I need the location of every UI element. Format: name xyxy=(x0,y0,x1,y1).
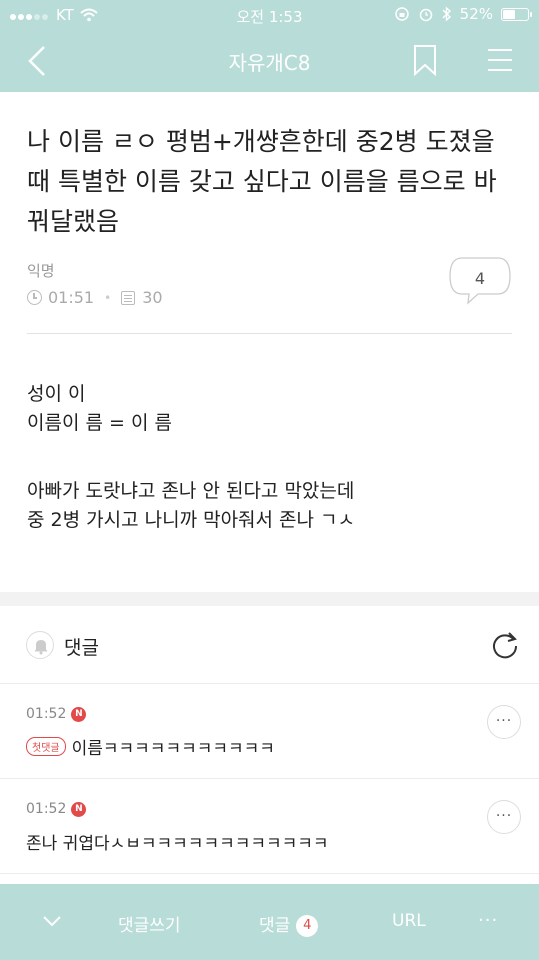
comment-more-button[interactable]: ··· xyxy=(487,705,521,739)
collapse-chevron-icon[interactable] xyxy=(42,914,62,928)
comments-section: 댓글 01:52 N 첫댓글 이름ㅋㅋㅋㅋㅋㅋㅋㅋㅋㅋㅋ ··· 01:52 N… xyxy=(0,606,539,884)
write-comment-button[interactable]: 댓글쓰기 xyxy=(118,911,181,936)
battery-fill xyxy=(503,9,515,19)
comments-header: 댓글 xyxy=(0,606,539,684)
comment-more-button[interactable]: ··· xyxy=(487,800,521,834)
post-title: 나 이름 ㄹㅇ 평범+개썅흔한데 중2병 도졌을 때 특별한 이름 갖고 싶다고… xyxy=(27,127,497,236)
status-bar: KT 오전 1:53 52% xyxy=(0,0,539,30)
battery-percent: 52% xyxy=(459,5,493,23)
comments-button-label: 댓글 xyxy=(259,916,291,936)
comment-text: 이름ㅋㅋㅋㅋㅋㅋㅋㅋㅋㅋㅋ xyxy=(71,739,275,759)
post-body: 성이 이 이름이 름 = 이 름 아빠가 도랏냐고 존나 안 된다고 막았는데 … xyxy=(27,380,355,535)
comments-button[interactable]: 댓글 4 xyxy=(259,911,319,937)
new-badge: N xyxy=(71,801,87,817)
comments-count-badge: 4 xyxy=(296,915,319,937)
bluetooth-icon xyxy=(442,6,451,22)
url-button[interactable]: URL xyxy=(392,911,426,931)
new-badge: N xyxy=(71,706,87,722)
rotation-lock-icon xyxy=(394,7,409,21)
comment-time: 01:52 xyxy=(26,801,67,817)
board-title: 자유개C8 xyxy=(228,51,311,75)
more-options-button[interactable]: ··· xyxy=(478,910,498,931)
menu-icon[interactable] xyxy=(486,46,514,74)
comment-item: 01:52 N 첫댓글 이름ㅋㅋㅋㅋㅋㅋㅋㅋㅋㅋㅋ ··· xyxy=(0,684,539,779)
body-line: 중 2병 가시고 나니까 막아줘서 존나 ㄱㅅ xyxy=(27,509,356,531)
clock-icon xyxy=(27,290,42,305)
post-views: 30 xyxy=(142,288,163,307)
refresh-icon[interactable] xyxy=(490,630,520,660)
divider xyxy=(27,333,512,334)
meta-separator: • xyxy=(104,290,112,305)
comment-count-label: 4 xyxy=(474,269,486,288)
post-card: 나 이름 ㄹㅇ 평범+개썅흔한데 중2병 도졌을 때 특별한 이름 갖고 싶다고… xyxy=(0,92,539,592)
first-comment-badge: 첫댓글 xyxy=(26,737,66,756)
bottom-bar: 댓글쓰기 댓글 4 URL ··· xyxy=(0,884,539,960)
comments-header-label: 댓글 xyxy=(64,637,99,659)
post-meta: 01:51 • 30 xyxy=(27,288,163,307)
comment-time: 01:52 xyxy=(26,706,67,722)
body-line: 아빠가 도랏냐고 존나 안 된다고 막았는데 xyxy=(27,480,355,502)
app-header: 자유개C8 xyxy=(0,30,539,92)
comment-count-bubble[interactable]: 4 xyxy=(448,256,512,306)
post-time: 01:51 xyxy=(48,288,95,307)
views-icon xyxy=(121,290,136,305)
comment-item: 01:52 N 존나 귀엽다ㅅㅂㅋㅋㅋㅋㅋㅋㅋㅋㅋㅋㅋㅋ ··· xyxy=(0,779,539,874)
body-line: 이름이 름 = 이 름 xyxy=(27,412,172,434)
body-blank-line xyxy=(27,438,355,477)
bell-icon[interactable] xyxy=(26,631,54,659)
comment-text: 존나 귀엽다ㅅㅂㅋㅋㅋㅋㅋㅋㅋㅋㅋㅋㅋㅋ xyxy=(26,834,329,854)
alarm-icon xyxy=(419,8,432,22)
post-author: 익명 xyxy=(27,262,55,280)
body-line: 성이 이 xyxy=(27,383,86,405)
bookmark-icon[interactable] xyxy=(412,44,438,76)
battery-icon xyxy=(501,7,532,21)
top-bar: KT 오전 1:53 52% 자유개C8 xyxy=(0,0,539,92)
